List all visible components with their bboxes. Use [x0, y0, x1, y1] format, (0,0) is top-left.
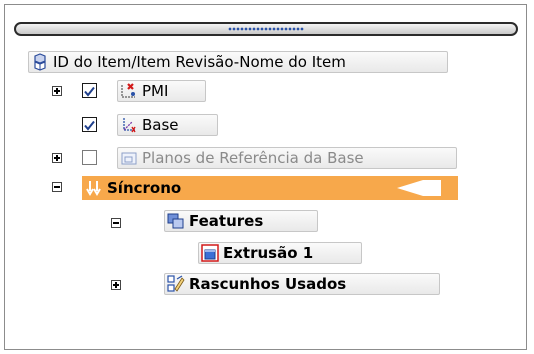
checkmark-icon [84, 86, 95, 97]
tree-item-pmi-label: PMI [142, 82, 169, 100]
collapse-synchronous-toggle[interactable] [52, 182, 62, 192]
tree-item-used-sketches[interactable]: Rascunhos Usados [164, 273, 440, 295]
extrude-icon [201, 244, 219, 262]
tree-item-used-sketches-label: Rascunhos Usados [189, 275, 347, 293]
features-icon [167, 212, 185, 230]
tree-item-features[interactable]: Features [164, 210, 318, 232]
collapse-features-toggle[interactable] [111, 218, 121, 228]
base-checkbox[interactable] [82, 117, 97, 132]
tree-item-features-label: Features [189, 212, 264, 230]
tree-item-reference-planes[interactable]: Planos de Referência da Base [117, 147, 457, 169]
expand-pmi-toggle[interactable] [52, 86, 62, 96]
pmi-icon [120, 82, 138, 100]
assembly-icon [31, 53, 49, 71]
splitter-grip[interactable] [228, 27, 304, 31]
tree-root-label: ID do Item/Item Revisão-Nome do Item [53, 53, 346, 71]
tree-root-item[interactable]: ID do Item/Item Revisão-Nome do Item [28, 51, 448, 73]
tree-item-synchronous[interactable]: Síncrono [82, 176, 458, 200]
tree-item-extrude-1-label: Extrusão 1 [223, 244, 314, 262]
reference-planes-checkbox[interactable] [82, 150, 97, 165]
tree-item-base[interactable]: Base [117, 114, 218, 136]
expand-used-sketches-toggle[interactable] [111, 280, 121, 290]
pmi-checkbox[interactable] [82, 83, 97, 98]
coordinate-system-icon [120, 116, 138, 134]
tree-item-synchronous-label: Síncrono [107, 179, 182, 197]
synchronous-icon [85, 179, 103, 197]
tree-item-base-label: Base [142, 116, 179, 134]
selection-arrow-icon [397, 180, 441, 200]
reference-plane-icon [120, 149, 138, 167]
tree-item-extrude-1[interactable]: Extrusão 1 [198, 242, 362, 264]
sketch-icon [167, 275, 185, 293]
tree-item-reference-planes-label: Planos de Referência da Base [142, 149, 364, 167]
checkmark-icon [84, 120, 95, 131]
tree-item-pmi[interactable]: PMI [117, 80, 206, 102]
expand-reference-planes-toggle[interactable] [52, 153, 62, 163]
panel-splitter[interactable] [14, 22, 518, 36]
